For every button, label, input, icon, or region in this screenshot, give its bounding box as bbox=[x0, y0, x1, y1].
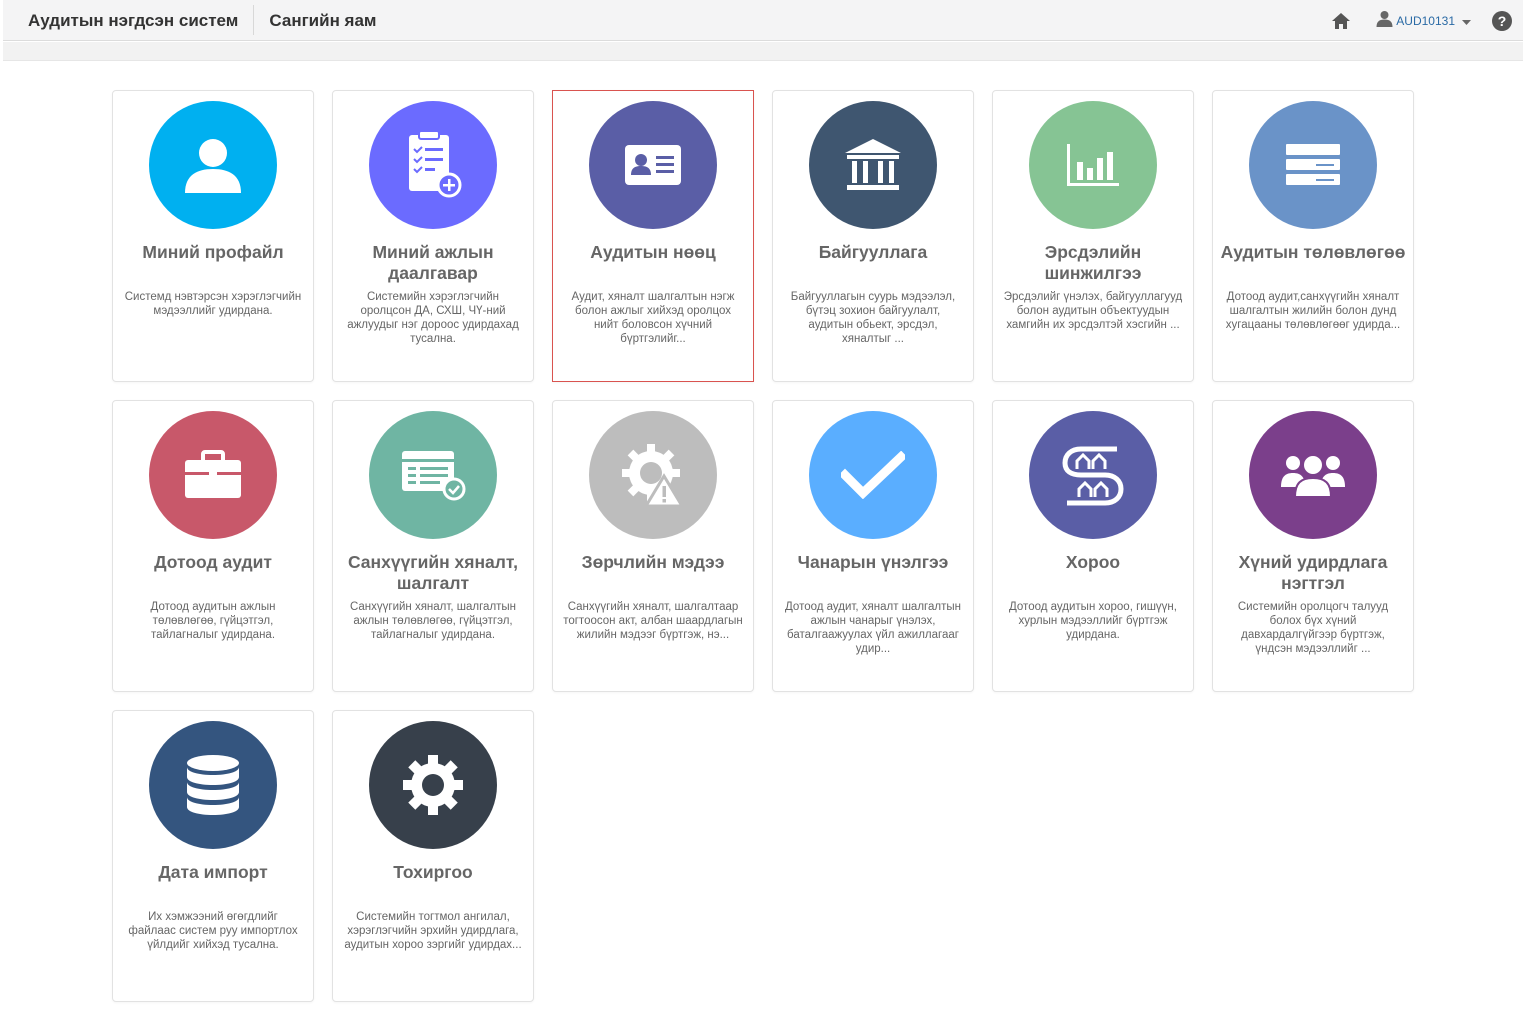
module-icon-circle bbox=[369, 721, 497, 849]
module-description: Дотоод аудит,санхүүгийн хяналт шалгалтын… bbox=[1225, 291, 1401, 331]
module-description: Системийн тогтмол ангилал, хэрэглэгчийн … bbox=[344, 911, 522, 951]
module-title: Эрсдэлийн шинжилгээ bbox=[1044, 242, 1142, 283]
module-description: Аудит, хяналт шалгалтын нэгж болон ажлыг… bbox=[571, 291, 735, 345]
module-description: Системд нэвтэрсэн хэрэглэгчийн мэдээллий… bbox=[124, 291, 302, 317]
module-icon-circle bbox=[149, 101, 277, 229]
module-icon-circle bbox=[149, 721, 277, 849]
user-icon bbox=[1376, 10, 1393, 32]
top-right-controls: AUD10131 ? bbox=[1330, 0, 1513, 41]
user-menu[interactable]: AUD10131 bbox=[1376, 10, 1471, 32]
module-card[interactable]: Зөрчлийн мэдээ Санхүүгийн хяналт, шалгалт… bbox=[552, 400, 754, 692]
module-icon-circle bbox=[369, 411, 497, 539]
module-title: Байгууллага bbox=[818, 242, 928, 262]
module-icon-circle bbox=[1029, 411, 1157, 539]
module-title: Миний ажлын даалгавар bbox=[372, 242, 494, 283]
module-description: Системийн хэрэглэгчийн оролцсон ДА, СХШ,… bbox=[347, 291, 519, 345]
help-icon[interactable]: ? bbox=[1491, 10, 1513, 32]
module-icon-circle bbox=[1249, 101, 1377, 229]
bar-chart-icon bbox=[1065, 142, 1121, 188]
module-card[interactable]: Аудитын төлөвлөгөө Дотоод аудит,санхүүгий… bbox=[1212, 90, 1414, 382]
gear-warning-icon bbox=[618, 440, 688, 510]
module-description: Дотоод аудитын хороо, гишүүн, хурлын мэд… bbox=[1009, 601, 1177, 641]
task-clipboard-icon bbox=[401, 129, 465, 201]
module-title: Чанарын үнэлгээ bbox=[797, 552, 949, 572]
committee-icon bbox=[1059, 441, 1127, 509]
module-card[interactable]: Байгууллага Байгууллагын суурь мэдээлэл, … bbox=[772, 90, 974, 382]
module-icon-circle bbox=[589, 101, 717, 229]
svg-text:?: ? bbox=[1498, 13, 1507, 29]
organization-title: Сангийн яам bbox=[269, 10, 377, 30]
module-card[interactable]: Тохиргоо Системийн тогтмол ангилал, хэрэг… bbox=[332, 710, 534, 1002]
module-icon-circle bbox=[1029, 101, 1157, 229]
module-description: Дотоод аудит, хяналт шалгалтын ажлын чан… bbox=[785, 601, 961, 655]
module-card[interactable]: Дотоод аудит Дотоод аудитын ажлын төлөвлө… bbox=[112, 400, 314, 692]
module-icon-circle bbox=[1249, 411, 1377, 539]
module-title: Хүний удирдлага нэгтгэл bbox=[1238, 552, 1388, 593]
module-title: Дата импорт bbox=[158, 862, 268, 882]
module-title: Тохиргоо bbox=[393, 862, 473, 882]
module-description: Их хэмжээний өгөгдлийг файлаас систем ру… bbox=[128, 911, 298, 951]
username-label: AUD10131 bbox=[1396, 13, 1455, 28]
module-description: Байгууллагын суурь мэдээлэл, бүтэц зохио… bbox=[790, 291, 956, 345]
top-navbar: Аудитын нэгдсэн систем Сангийн яам AUD10… bbox=[3, 0, 1523, 41]
module-card[interactable]: Миний ажлын даалгавар Системийн хэрэглэгч… bbox=[332, 90, 534, 382]
module-card[interactable]: Миний профайл Системд нэвтэрсэн хэрэглэгч… bbox=[112, 90, 314, 382]
home-icon[interactable] bbox=[1330, 10, 1352, 32]
module-title: Аудитын нөөц bbox=[590, 242, 716, 262]
module-card[interactable]: Дата импорт Их хэмжээний өгөгдлийг файлаа… bbox=[112, 710, 314, 1002]
module-title: Аудитын төлөвлөгөө bbox=[1220, 242, 1406, 262]
module-title: Санхүүгийн хяналт, шалгалт bbox=[347, 552, 519, 593]
app-title[interactable]: Аудитын нэгдсэн систем bbox=[3, 0, 253, 41]
module-description: Системийн оролцогч талууд болох бүх хүни… bbox=[1237, 601, 1389, 655]
module-icon-circle bbox=[809, 101, 937, 229]
user-profile-icon bbox=[181, 133, 245, 197]
plan-list-icon bbox=[1284, 142, 1342, 188]
database-icon bbox=[185, 753, 241, 817]
module-icon-circle bbox=[809, 411, 937, 539]
institution-icon bbox=[843, 137, 903, 193]
module-icon-circle bbox=[369, 101, 497, 229]
checkmark-icon bbox=[841, 451, 905, 499]
module-title: Зөрчлийн мэдээ bbox=[581, 552, 725, 572]
module-description: Санхүүгийн хяналт, шалгалтаар тогтоосон … bbox=[563, 601, 743, 641]
people-group-icon bbox=[1279, 451, 1347, 499]
module-card[interactable]: Санхүүгийн хяналт, шалгалт Санхүүгийн хян… bbox=[332, 400, 534, 692]
briefcase-icon bbox=[183, 450, 243, 500]
module-card[interactable]: Хүний удирдлага нэгтгэл Системийн оролцог… bbox=[1212, 400, 1414, 692]
module-icon-circle bbox=[149, 411, 277, 539]
module-card[interactable]: Эрсдэлийн шинжилгээ Эрсдэлийг үнэлэх, бай… bbox=[992, 90, 1194, 382]
module-title: Миний профайл bbox=[142, 242, 284, 262]
module-icon-circle bbox=[589, 411, 717, 539]
module-card[interactable]: Чанарын үнэлгээ Дотоод аудит, хяналт шалг… bbox=[772, 400, 974, 692]
module-card[interactable]: Аудитын нөөц Аудит, хяналт шалгалтын нэгж… bbox=[552, 90, 754, 382]
sub-toolbar bbox=[3, 42, 1523, 61]
form-check-icon bbox=[400, 449, 466, 501]
settings-gear-icon bbox=[401, 753, 465, 817]
module-title: Хороо bbox=[1065, 552, 1121, 572]
module-title: Дотоод аудит bbox=[154, 552, 272, 572]
module-card[interactable]: Хороо Дотоод аудитын хороо, гишүүн, хурлы… bbox=[992, 400, 1194, 692]
module-description: Санхүүгийн хяналт, шалгалтын ажлын төлөв… bbox=[349, 601, 517, 641]
chevron-down-icon bbox=[1462, 12, 1471, 30]
id-card-icon bbox=[623, 143, 683, 187]
module-description: Дотоод аудитын ажлын төлөвлөгөө, гүйцэтг… bbox=[150, 601, 276, 641]
module-description: Эрсдэлийг үнэлэх, байгууллагууд болон ау… bbox=[1003, 291, 1183, 331]
